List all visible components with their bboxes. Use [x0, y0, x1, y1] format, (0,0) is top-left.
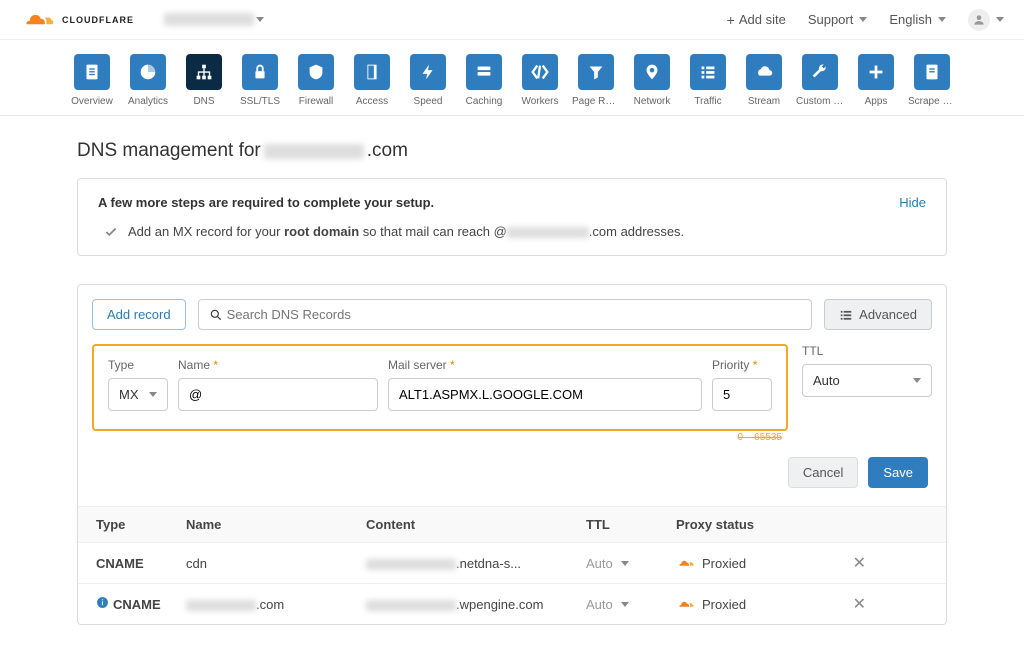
mailserver-input[interactable] [388, 378, 702, 411]
search-input[interactable] [223, 300, 802, 329]
app-nav: Overview Analytics DNS SSL/TLS Firewall Acces… [0, 40, 1024, 116]
nav-workers[interactable]: Workers [518, 54, 562, 107]
nav-apps[interactable]: Apps [854, 54, 898, 107]
plus-icon [858, 54, 894, 90]
language-dropdown[interactable]: English [889, 12, 946, 27]
nav-ssltls[interactable]: SSL/TLS [238, 54, 282, 107]
shield-icon [298, 54, 334, 90]
workers-icon [522, 54, 558, 90]
proxy-cloud-icon [676, 600, 694, 609]
table-row[interactable]: CNAMEcdn.netdna-s...Auto Proxied✕ [78, 542, 946, 583]
chevron-down-icon [996, 17, 1004, 22]
support-dropdown[interactable]: Support [808, 12, 868, 27]
type-label: Type [108, 358, 168, 372]
setup-headline: A few more steps are required to complet… [98, 195, 434, 210]
chevron-down-icon [621, 561, 629, 566]
lock-icon [242, 54, 278, 90]
table-header: Type Name Content TTL Proxy status [78, 506, 946, 542]
check-icon [104, 225, 118, 239]
account-menu[interactable] [968, 9, 1004, 31]
nav-firewall[interactable]: Firewall [294, 54, 338, 107]
top-bar: CLOUDFLARE +Add site Support English [0, 0, 1024, 40]
doc-icon [74, 54, 110, 90]
chevron-down-icon [913, 378, 921, 383]
nav-network[interactable]: Network [630, 54, 674, 107]
door-icon [354, 54, 390, 90]
cloud-icon [746, 54, 782, 90]
ttl-select[interactable]: Auto [802, 364, 932, 397]
ttl-cell-dropdown[interactable]: Auto [586, 597, 676, 612]
chevron-down-icon [256, 17, 264, 22]
add-site-link[interactable]: +Add site [727, 12, 786, 28]
nav-customp[interactable]: Custom P... [798, 54, 842, 107]
site-selector-dropdown[interactable] [164, 13, 264, 26]
avatar [968, 9, 990, 31]
delete-row-button[interactable]: ✕ [836, 553, 866, 573]
cloud-icon [20, 10, 54, 30]
nav-speed[interactable]: Speed [406, 54, 450, 107]
ttl-label: TTL [802, 344, 932, 358]
setup-notice: A few more steps are required to complet… [77, 178, 947, 256]
cache-icon [466, 54, 502, 90]
dns-panel: Add record Advanced Type MX Name * [77, 284, 947, 625]
chevron-down-icon [621, 602, 629, 607]
name-input[interactable] [178, 378, 378, 411]
chevron-down-icon [938, 17, 946, 22]
nav-traffic[interactable]: Traffic [686, 54, 730, 107]
bolt-icon [410, 54, 446, 90]
search-icon [209, 308, 223, 322]
nav-scrapesh[interactable]: Scrape Sh... [910, 54, 954, 107]
ttl-cell-dropdown[interactable]: Auto [586, 556, 676, 571]
chevron-down-icon [859, 17, 867, 22]
save-button[interactable]: Save [868, 457, 928, 488]
table-row[interactable]: CNAME.com.wpengine.comAuto Proxied✕ [78, 583, 946, 624]
pin-icon [634, 54, 670, 90]
list-icon [690, 54, 726, 90]
nav-caching[interactable]: Caching [462, 54, 506, 107]
nav-stream[interactable]: Stream [742, 54, 786, 107]
nav-pagerules[interactable]: Page Rules [574, 54, 618, 107]
pie-icon [130, 54, 166, 90]
nav-access[interactable]: Access [350, 54, 394, 107]
funnel-icon [578, 54, 614, 90]
info-icon [96, 596, 109, 609]
priority-hint: 0 – 65535 [738, 432, 783, 443]
proxy-cloud-icon [676, 559, 694, 568]
cancel-button[interactable]: Cancel [788, 457, 858, 488]
nav-analytics[interactable]: Analytics [126, 54, 170, 107]
advanced-button[interactable]: Advanced [824, 299, 932, 330]
page-title: DNS management for .com [77, 140, 947, 162]
record-form: Type MX Name * Mail server * Priority * … [92, 344, 788, 431]
delete-row-button[interactable]: ✕ [836, 594, 866, 614]
search-input-wrapper[interactable] [198, 299, 813, 330]
type-select[interactable]: MX [108, 378, 168, 411]
chevron-down-icon [149, 392, 157, 397]
doc2-icon [914, 54, 950, 90]
add-record-button[interactable]: Add record [92, 299, 186, 330]
wrench-icon [802, 54, 838, 90]
priority-input[interactable] [712, 378, 772, 411]
hide-link[interactable]: Hide [899, 195, 926, 210]
nav-overview[interactable]: Overview [70, 54, 114, 107]
sitemap-icon [186, 54, 222, 90]
cloudflare-logo[interactable]: CLOUDFLARE [20, 10, 134, 30]
nav-dns[interactable]: DNS [182, 54, 226, 107]
list-icon [839, 308, 853, 322]
